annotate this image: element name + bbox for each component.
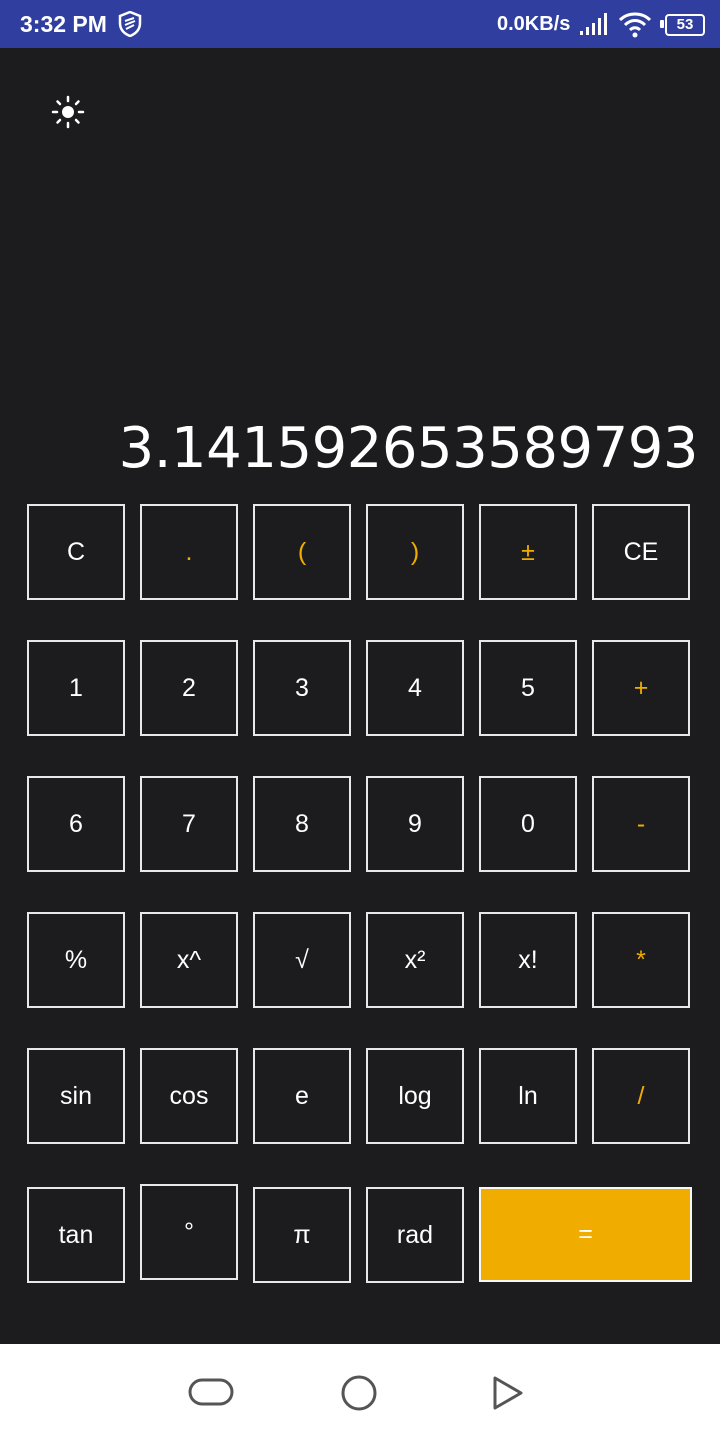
battery-icon: 53 bbox=[660, 12, 705, 36]
shield-icon bbox=[118, 11, 142, 37]
subtract-button[interactable]: - bbox=[592, 776, 690, 872]
e-button[interactable]: e bbox=[253, 1048, 351, 1144]
2-button[interactable]: 2 bbox=[140, 640, 238, 736]
back-icon[interactable] bbox=[188, 1377, 234, 1407]
multiply-button[interactable]: * bbox=[592, 912, 690, 1008]
network-speed: 0.0KB/s bbox=[497, 13, 571, 35]
status-bar: 3:32 PM 0.0KB/s 53 bbox=[0, 0, 720, 48]
open-paren-button[interactable]: ( bbox=[253, 504, 351, 600]
ln-button[interactable]: ln bbox=[479, 1048, 577, 1144]
sin-button[interactable]: sin bbox=[27, 1048, 125, 1144]
factorial-button[interactable]: x! bbox=[479, 912, 577, 1008]
status-time: 3:32 PM bbox=[20, 11, 107, 37]
3-button[interactable]: 3 bbox=[253, 640, 351, 736]
5-button[interactable]: 5 bbox=[479, 640, 577, 736]
tan-button[interactable]: tan bbox=[27, 1187, 125, 1283]
battery-level: 53 bbox=[665, 14, 705, 36]
recents-icon[interactable] bbox=[490, 1374, 526, 1412]
decimal-button[interactable]: . bbox=[140, 504, 238, 600]
divide-button[interactable]: / bbox=[592, 1048, 690, 1144]
power-button[interactable]: x^ bbox=[140, 912, 238, 1008]
4-button[interactable]: 4 bbox=[366, 640, 464, 736]
plus-minus-button[interactable]: ± bbox=[479, 504, 577, 600]
log-button[interactable]: log bbox=[366, 1048, 464, 1144]
square-button[interactable]: x² bbox=[366, 912, 464, 1008]
cos-button[interactable]: cos bbox=[140, 1048, 238, 1144]
home-icon[interactable] bbox=[340, 1374, 378, 1412]
9-button[interactable]: 9 bbox=[366, 776, 464, 872]
7-button[interactable]: 7 bbox=[140, 776, 238, 872]
signal-icon bbox=[580, 13, 607, 35]
equals-button[interactable]: = bbox=[479, 1187, 692, 1282]
degree-button[interactable]: ° bbox=[140, 1184, 238, 1280]
pi-button[interactable]: π bbox=[253, 1187, 351, 1283]
6-button[interactable]: 6 bbox=[27, 776, 125, 872]
sun-icon[interactable] bbox=[50, 94, 86, 130]
add-button[interactable]: + bbox=[592, 640, 690, 736]
clear-entry-button[interactable]: CE bbox=[592, 504, 690, 600]
square-root-button[interactable]: √ bbox=[253, 912, 351, 1008]
rad-button[interactable]: rad bbox=[366, 1187, 464, 1283]
8-button[interactable]: 8 bbox=[253, 776, 351, 872]
percent-button[interactable]: % bbox=[27, 912, 125, 1008]
close-paren-button[interactable]: ) bbox=[366, 504, 464, 600]
result-display: 3.141592653589793 bbox=[118, 416, 699, 481]
1-button[interactable]: 1 bbox=[27, 640, 125, 736]
wifi-icon bbox=[618, 12, 652, 38]
clear-button[interactable]: C bbox=[27, 504, 125, 600]
0-button[interactable]: 0 bbox=[479, 776, 577, 872]
